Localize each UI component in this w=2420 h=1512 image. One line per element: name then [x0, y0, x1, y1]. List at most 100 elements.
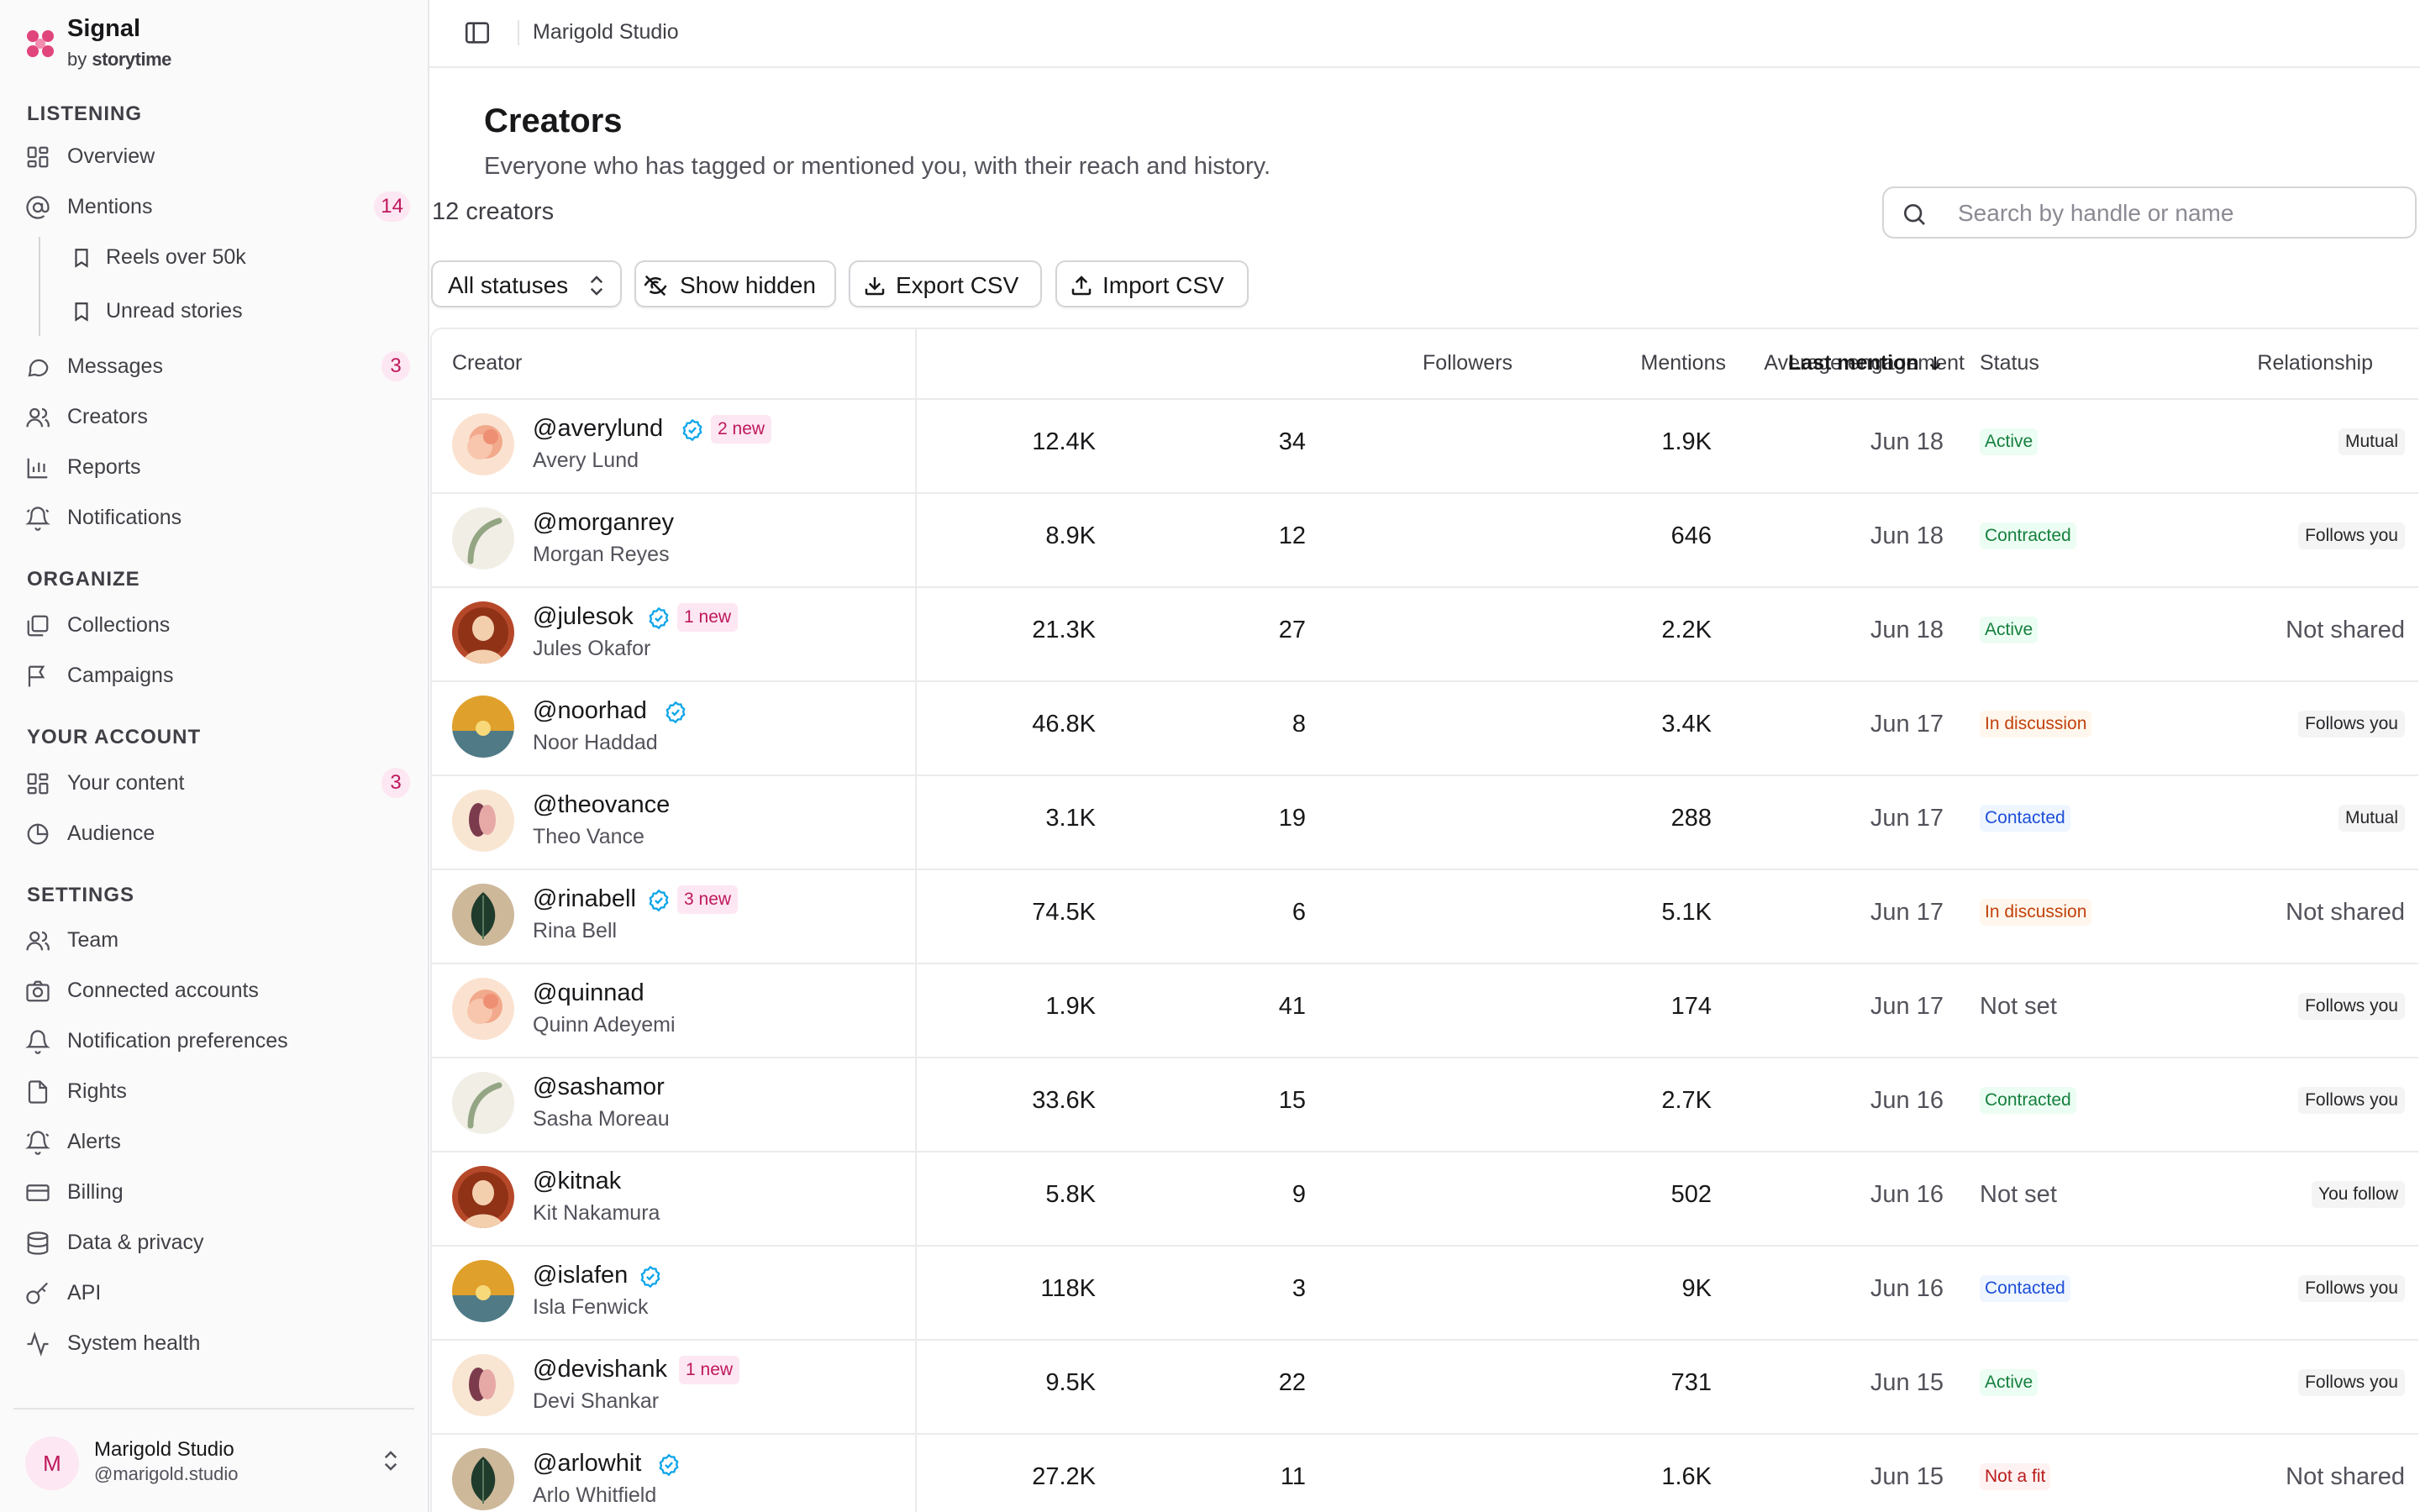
table-row[interactable]: @devishank 1 new Devi Shankar 9.5K 22 731 Jun …: [432, 1339, 2418, 1435]
creator-name: Arlo Whitfield: [533, 1483, 657, 1507]
table-row[interactable]: @rinabell 3 new Rina Bell 74.5K 6 5.1K Jun 17 I…: [432, 869, 2418, 964]
status-cell[interactable]: Active: [1980, 428, 2039, 455]
creator-handle[interactable]: @kitnak: [533, 1168, 621, 1195]
sidebar-item-team[interactable]: Team: [25, 918, 410, 962]
column-header-followers[interactable]: Followers: [1423, 351, 1512, 375]
sidebar-item-messages[interactable]: Messages 3: [25, 344, 410, 388]
sidebar-item-alerts[interactable]: Alerts: [25, 1120, 410, 1163]
sidebar-item-notification-preferences[interactable]: Notification preferences: [25, 1019, 410, 1063]
table-row[interactable]: @theovance Theo Vance 3.1K 19 288 Jun 17 Conta…: [432, 774, 2418, 870]
table-row[interactable]: @sashamor Sasha Moreau 33.6K 15 2.7K Jun 16 Co…: [432, 1057, 2418, 1152]
mentions-value: 11: [1280, 1463, 1306, 1490]
table-row[interactable]: @morganrey Morgan Reyes 8.9K 12 646 Jun 18 Con…: [432, 492, 2418, 588]
column-header-creator[interactable]: Creator: [452, 351, 522, 375]
status-cell[interactable]: Contacted: [1980, 805, 2070, 832]
creator-handle[interactable]: @averylund: [533, 415, 663, 443]
mentions-value: 8: [1292, 711, 1306, 738]
status-cell[interactable]: Not a fit: [1980, 1463, 2051, 1490]
creator-handle[interactable]: @arlowhit: [533, 1450, 641, 1478]
status-badge: In discussion: [1980, 899, 2092, 926]
import-csv-button[interactable]: Import CSV: [1055, 260, 1249, 307]
table-row[interactable]: @averylund 2 new Avery Lund 12.4K 34 1.9K Jun …: [432, 398, 2418, 494]
sidebar-item-data-privacy[interactable]: Data & privacy: [25, 1221, 410, 1264]
creator-handle[interactable]: @sashamor: [533, 1074, 665, 1101]
status-cell[interactable]: Not set: [1980, 993, 2057, 1021]
creator-handle[interactable]: @theovance: [533, 791, 670, 819]
status-cell[interactable]: Not set: [1980, 1181, 2057, 1209]
users-icon: [26, 407, 50, 428]
brand-subtitle: by storytime: [67, 49, 171, 71]
sidebar-item-audience[interactable]: Audience: [25, 811, 410, 855]
relationship-badge: Follows you: [2298, 1275, 2405, 1302]
creator-handle[interactable]: @noorhad: [533, 697, 647, 725]
table-row[interactable]: @islafen Isla Fenwick 118K 3 9K Jun 16 Contact…: [432, 1245, 2418, 1341]
sidebar-item-collections[interactable]: Collections: [25, 603, 410, 647]
avatar: [452, 1166, 514, 1228]
show-hidden-button[interactable]: Show hidden: [634, 260, 836, 307]
sidebar-item-system-health[interactable]: System health: [25, 1321, 410, 1365]
table-row[interactable]: @julesok 1 new Jules Okafor 21.3K 27 2.2K Jun …: [432, 586, 2418, 682]
sidebar-subitem-unread-stories[interactable]: Unread stories: [71, 291, 390, 333]
export-csv-button[interactable]: Export CSV: [849, 260, 1042, 307]
avatar: [452, 1260, 514, 1322]
status-filter-label: All statuses: [448, 272, 569, 298]
table-row[interactable]: @noorhad Noor Haddad 46.8K 8 3.4K Jun 17 In di…: [432, 680, 2418, 776]
creator-handle[interactable]: @julesok: [533, 603, 634, 631]
creator-handle[interactable]: @islafen: [533, 1262, 628, 1289]
creator-handle[interactable]: @devishank: [533, 1356, 667, 1383]
sidebar-item-reports[interactable]: Reports: [25, 445, 410, 489]
page-title: Creators: [484, 102, 623, 139]
creator-name: Quinn Adeyemi: [533, 1013, 676, 1037]
breadcrumb[interactable]: Marigold Studio: [533, 20, 679, 45]
status-cell[interactable]: Active: [1980, 617, 2039, 643]
sidebar-subitem-reels-over-50k[interactable]: Reels over 50k: [71, 237, 390, 279]
status-cell[interactable]: Contracted: [1980, 522, 2076, 549]
followers-value: 12.4K: [1032, 428, 1096, 455]
last-mention-date: Jun 18: [1870, 522, 1944, 549]
sidebar-item-billing[interactable]: Billing: [25, 1170, 410, 1214]
sidebar-item-connected-accounts[interactable]: Connected accounts: [25, 969, 410, 1012]
sidebar-item-your-content[interactable]: Your content 3: [25, 761, 410, 805]
column-header-last-mention[interactable]: Last mention: [1788, 351, 1944, 375]
last-mention-date: Jun 18: [1870, 428, 1944, 455]
signal-logo-icon: [27, 30, 54, 57]
search-input[interactable]: [1956, 193, 2396, 234]
sidebar-item-mentions[interactable]: Mentions 14: [25, 185, 410, 228]
table-row[interactable]: @kitnak Kit Nakamura 5.8K 9 502 Jun 16 Not set…: [432, 1151, 2418, 1247]
table-row[interactable]: @quinnad Quinn Adeyemi 1.9K 41 174 Jun 17 Not …: [432, 963, 2418, 1058]
column-header-relationship[interactable]: Relationship: [2257, 351, 2373, 375]
creator-handle[interactable]: @rinabell: [533, 885, 636, 913]
creator-handle[interactable]: @quinnad: [533, 979, 644, 1007]
column-header-status[interactable]: Status: [1980, 351, 2039, 375]
status-cell[interactable]: Contacted: [1980, 1275, 2070, 1302]
brand-company: storytime: [92, 49, 171, 70]
mentions-value: 22: [1278, 1369, 1306, 1396]
status-cell[interactable]: Active: [1980, 1369, 2039, 1396]
table-row[interactable]: @arlowhit Arlo Whitfield 27.2K 11 1.6K Jun 15…: [432, 1433, 2418, 1512]
relationship-cell: Not shared: [2286, 617, 2405, 644]
status-cell[interactable]: In discussion: [1980, 711, 2092, 738]
sidebar-toggle-icon[interactable]: [463, 18, 492, 47]
brand-by: by: [67, 49, 87, 70]
relationship-badge: Not shared: [2286, 899, 2405, 926]
account-switcher[interactable]: M Marigold Studio @marigold.studio: [25, 1428, 412, 1495]
sidebar-item-campaigns[interactable]: Campaigns: [25, 654, 410, 697]
search-box[interactable]: [1882, 186, 2417, 239]
followers-value: 27.2K: [1032, 1463, 1096, 1490]
status-cell[interactable]: Contracted: [1980, 1087, 2076, 1114]
sidebar-item-label: Overview: [67, 144, 155, 168]
relationship-badge: Follows you: [2298, 1369, 2405, 1396]
sidebar-item-creators[interactable]: Creators: [25, 395, 410, 438]
bell-icon: [25, 1030, 50, 1054]
creator-handle[interactable]: @morganrey: [533, 509, 674, 537]
status-filter-select[interactable]: All statuses: [431, 260, 622, 307]
engagement-value: 2.2K: [1661, 617, 1712, 643]
status-badge: Active: [1980, 428, 2039, 455]
sidebar-item-rights[interactable]: Rights: [25, 1069, 410, 1113]
sidebar-item-overview[interactable]: Overview: [25, 134, 410, 178]
status-cell[interactable]: In discussion: [1980, 899, 2092, 926]
engagement-value: 2.7K: [1661, 1087, 1712, 1114]
sidebar-item-notifications[interactable]: Notifications: [25, 496, 410, 539]
column-header-mentions[interactable]: Mentions: [1641, 351, 1726, 375]
sidebar-item-api[interactable]: API: [25, 1271, 410, 1315]
